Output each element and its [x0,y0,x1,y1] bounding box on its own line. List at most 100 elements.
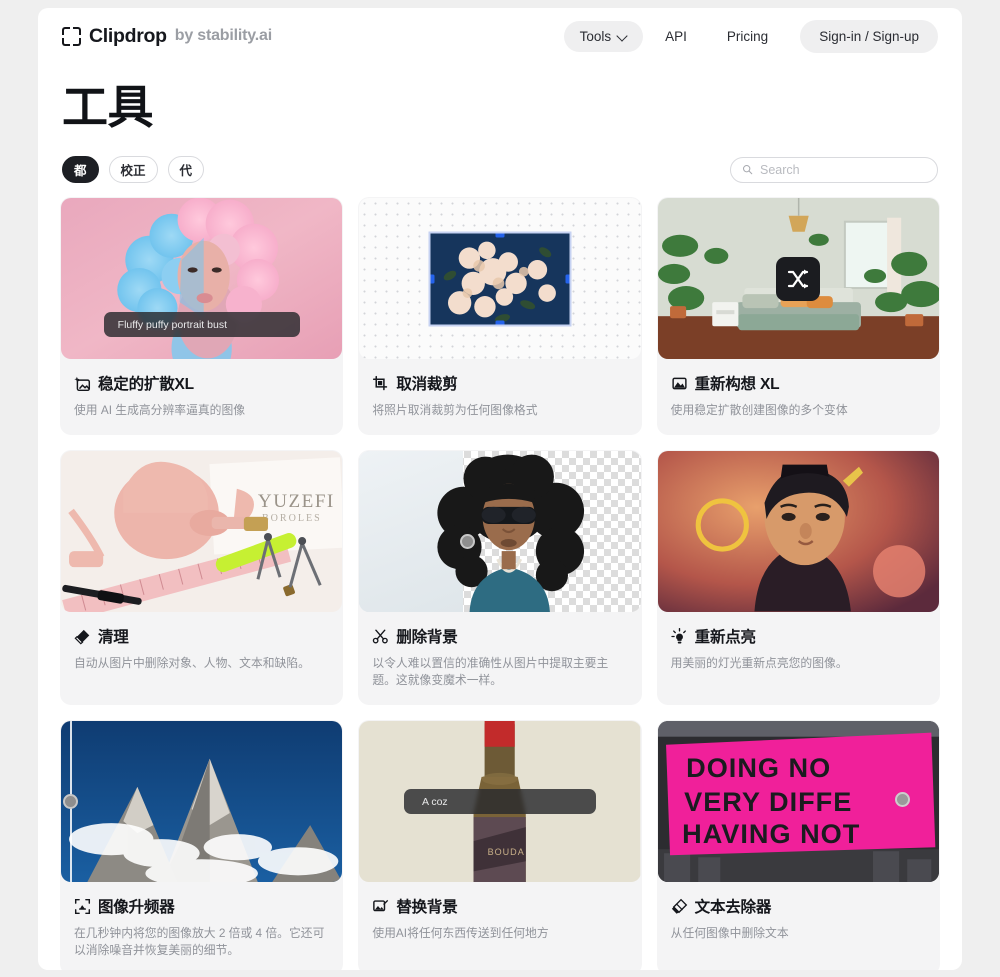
card-title-row: 删除背景 [372,625,627,647]
card-title: 稳定的扩散XL [98,376,194,393]
card-thumbnail [657,451,939,613]
shuffle-badge [776,256,821,301]
tool-card-remove-background[interactable]: 删除背景 以令人难以置信的准确性从图片中提取主要主题。这就像变魔术一样。 [358,450,642,706]
card-title-row: 清理 [74,625,329,647]
prompt-overlay: A coz [403,789,596,815]
card-body: 文本去除器 从任何图像中删除文本 [657,883,940,958]
card-body: 重新构想 XL 使用稳定扩散创建图像的多个变体 [657,360,940,435]
prompt-text: A coz [421,795,448,808]
prompt-overlay: Fluffy puffy portrait bust [103,312,300,337]
card-thumbnail: DOING NO VERY DIFFE HAVING NOT [657,721,939,883]
filter-chip-correction[interactable]: 校正 [108,156,158,183]
tools-grid: Fluffy puffy portrait bust 稳定的扩散XL 使用 AI… [60,197,940,970]
card-title: 清理 [98,629,129,647]
billboard-line-3: HAVING NOT [682,818,860,849]
tool-card-cleanup[interactable]: YUZEFI BOROLES 清理 自动从图片中删除对象、人物、文本和缺陷。 [60,450,344,706]
card-description: 从任何图像中删除文本 [670,926,789,941]
resize-handle-bottom[interactable] [495,320,505,324]
card-title: 重新点亮 [694,629,756,647]
card-body: 稳定的扩散XL 使用 AI 生成高分辨率逼真的图像 [60,360,343,435]
card-title: 替换背景 [396,899,458,917]
search-input[interactable] [760,162,926,177]
prompt-text: Fluffy puffy portrait bust [117,318,227,331]
card-description: 使用AI将任何东西传送到任何地方 [372,926,549,941]
card-description: 使用 AI 生成高分辨率逼真的图像 [74,403,246,417]
filter-chip-all[interactable]: 都 [62,156,99,183]
card-thumbnail: YUZEFI BOROLES [61,451,343,613]
filter-toolbar: 都 校正 代 [62,156,938,183]
relight-icon [670,627,686,644]
brand-name: Clipdrop [89,24,167,47]
brand-logo[interactable]: Clipdrop by stability.ai [62,25,272,48]
image-sparkle-icon [74,376,91,391]
card-thumbnail [61,721,343,883]
card-description: 将照片取消裁剪为任何图像格式 [372,403,538,417]
text-remover-icon [671,898,687,914]
card-body: 图像升频器 在几秒钟内将您的图像放大 2 倍或 4 倍。它还可以消除噪音并恢复美… [60,883,343,970]
mountain-icon [672,377,687,389]
card-thumbnail [359,198,641,359]
card-body: 删除背景 以令人难以置信的准确性从图片中提取主要主题。这就像变魔术一样。 [358,613,641,705]
card-body: 清理 自动从图片中删除对象、人物、文本和缺陷。 [60,613,343,688]
card-title: 删除背景 [396,629,458,647]
resize-handle-right[interactable] [565,274,570,283]
card-thumbnail: BOUDA A coz [359,721,641,883]
search-icon [742,164,753,175]
card-title-row: 文本去除器 [671,895,926,917]
resize-handle-left[interactable] [430,274,435,283]
tool-card-text-remover[interactable]: DOING NO VERY DIFFE HAVING NOT 文本去除器 从任何… [656,720,940,970]
card-title-row: 稳定的扩散XL [74,372,329,394]
signin-signup-button[interactable]: Sign-in / Sign-up [800,19,938,53]
svg-text:BOROLES: BOROLES [262,513,322,524]
tool-card-image-upscaler[interactable]: 图像升频器 在几秒钟内将您的图像放大 2 倍或 4 倍。它还可以消除噪音并恢复美… [60,720,344,970]
uncrop-icon [373,375,388,390]
nav-tools-dropdown[interactable]: Tools [563,20,644,52]
eraser-icon [74,629,90,645]
cutout-icon [373,629,389,644]
clipdrop-bracket-icon [62,26,81,46]
nav-api-link[interactable]: API [647,21,705,52]
tool-card-stable-diffusion-xl[interactable]: Fluffy puffy portrait bust 稳定的扩散XL 使用 AI… [60,197,344,436]
nav-tools-label: Tools [579,28,612,44]
upscale-icon [74,898,91,914]
svg-text:BOUDA: BOUDA [488,848,525,858]
card-description: 自动从图片中删除对象、人物、文本和缺陷。 [74,656,310,671]
card-description: 使用稳定扩散创建图像的多个变体 [670,403,848,417]
billboard-line-1: DOING NO [686,752,831,783]
tool-card-reimagine-xl[interactable]: 重新构想 XL 使用稳定扩散创建图像的多个变体 [656,197,940,436]
card-title: 图像升频器 [98,899,175,917]
card-thumbnail: Fluffy puffy portrait bust [61,198,343,359]
screen-root: Clipdrop by stability.ai Tools API Prici… [0,0,1000,977]
card-title-row: 取消裁剪 [372,372,627,394]
card-title-row: 图像升频器 [74,895,329,917]
shuffle-icon [788,269,809,288]
card-title: 文本去除器 [694,899,772,917]
nav-links: Tools API Pricing Sign-in / Sign-up [563,19,938,53]
tool-card-replace-background[interactable]: BOUDA A coz 替换背景 使用AI将任何东西传送到任何地方 [358,720,642,970]
card-body: 取消裁剪 将照片取消裁剪为任何图像格式 [358,360,641,435]
filter-chip-generation[interactable]: 代 [167,156,205,183]
card-body: 重新点亮 用美丽的灯光重新点亮您的图像。 [657,613,940,688]
top-navigation-bar: Clipdrop by stability.ai Tools API Prici… [38,8,962,64]
card-title-row: 重新点亮 [670,625,926,647]
billboard-line-2: VERY DIFFE [684,786,852,817]
card-thumbnail [657,198,939,359]
page-title: 工具 [62,81,154,133]
svg-text:YUZEFI: YUZEFI [258,491,335,512]
chevron-down-icon [618,32,627,41]
card-thumbnail [359,451,641,613]
card-description: 以令人难以置信的准确性从图片中提取主要主题。这就像变魔术一样。 [372,656,609,688]
replace-bg-icon [373,899,389,912]
app-window: Clipdrop by stability.ai Tools API Prici… [38,8,962,970]
card-description: 在几秒钟内将您的图像放大 2 倍或 4 倍。它还可以消除噪音并恢复美丽的细节。 [74,926,325,958]
selected-image [428,231,572,326]
resize-handle-top[interactable] [495,233,505,237]
card-title-row: 替换背景 [372,895,627,917]
nav-pricing-link[interactable]: Pricing [709,21,786,52]
search-box[interactable] [730,156,938,183]
card-title: 取消裁剪 [396,376,458,393]
card-title-row: 重新构想 XL [671,372,926,394]
card-description: 用美丽的灯光重新点亮您的图像。 [670,656,848,671]
tool-card-uncrop[interactable]: 取消裁剪 将照片取消裁剪为任何图像格式 [358,197,642,436]
tool-card-relight[interactable]: 重新点亮 用美丽的灯光重新点亮您的图像。 [656,450,940,706]
